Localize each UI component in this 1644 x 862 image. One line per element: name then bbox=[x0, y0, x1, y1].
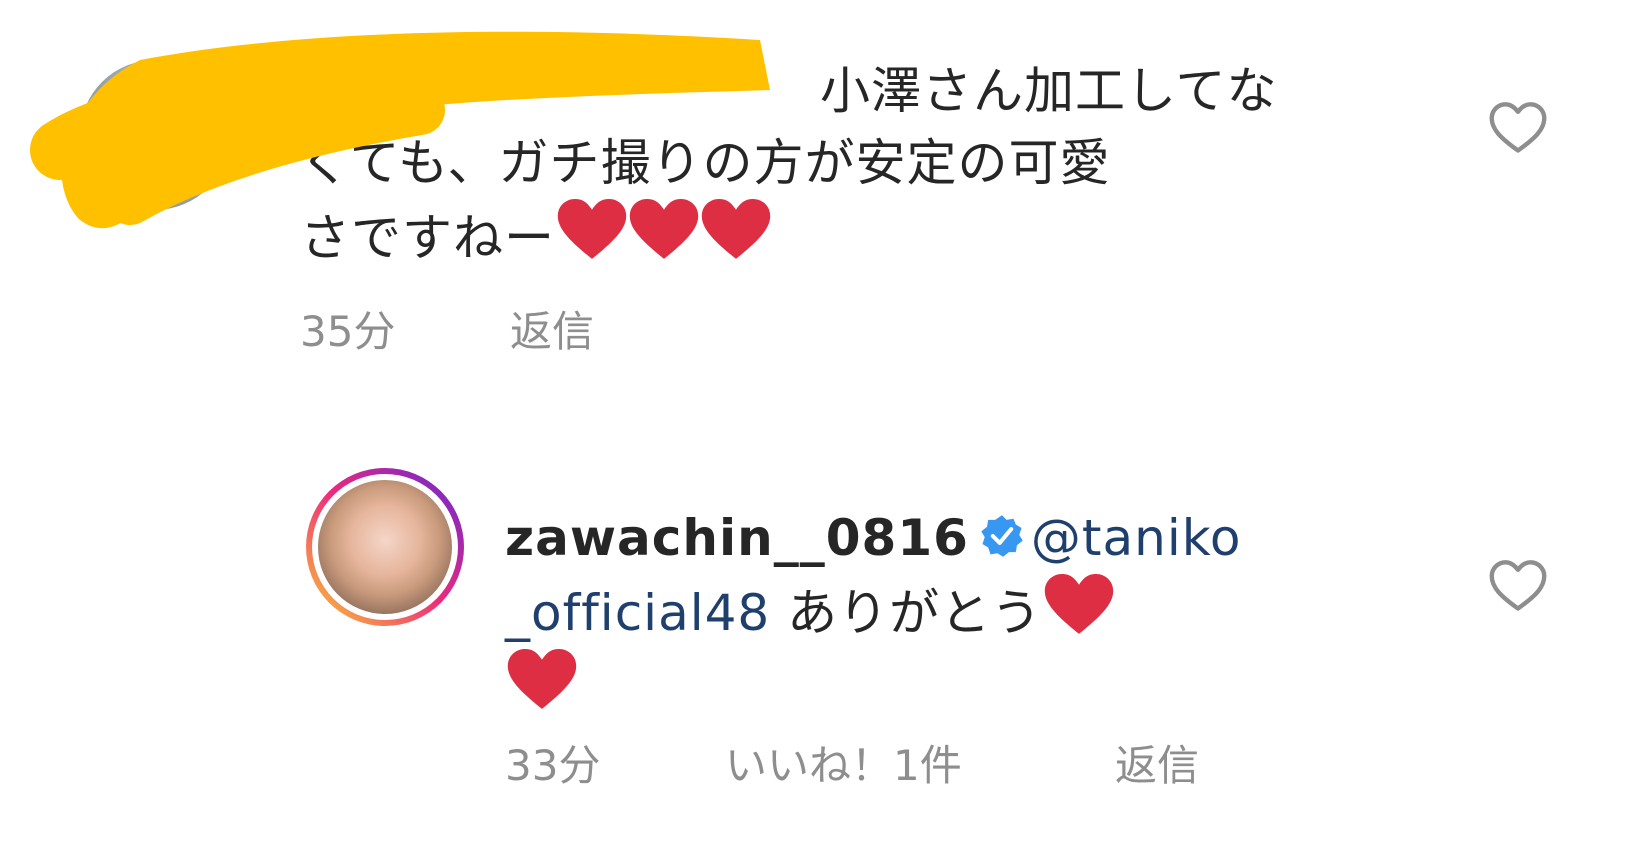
comment-text-line-1: zawachin__0816 @taniko bbox=[505, 502, 1385, 574]
comment-text-line-3 bbox=[505, 649, 1385, 724]
comment-meta: 35分 返信 bbox=[300, 298, 900, 358]
avatar[interactable] bbox=[80, 60, 230, 210]
comment-2: zawachin__0816 @taniko _official48 ありがとう … bbox=[0, 380, 1644, 862]
comment-username[interactable]: zawachin__0816 bbox=[505, 509, 969, 567]
mention-link-continued[interactable]: _official48 bbox=[505, 584, 770, 642]
comment-text-line-1: 小澤さん加工してな bbox=[820, 62, 1278, 120]
red-heart-emoji bbox=[701, 199, 771, 259]
likes-count-button[interactable]: いいね！1件 bbox=[725, 732, 962, 793]
comment-text: zawachin__0816 @taniko _official48 ありがとう bbox=[505, 502, 1385, 724]
heart-outline-icon[interactable] bbox=[1488, 100, 1548, 156]
mention-link[interactable]: @taniko bbox=[1031, 509, 1242, 567]
comment-message: ありがとう bbox=[787, 584, 1043, 642]
heart-outline-icon[interactable] bbox=[1488, 558, 1548, 614]
red-heart-emoji bbox=[629, 199, 699, 259]
comments-view: 小澤さん加工してな くても、ガチ撮りの方が安定の可愛 さですねー 35分 返信 … bbox=[0, 0, 1644, 862]
comment-time: 35分 bbox=[300, 307, 396, 356]
comment-text-line-2: くても、ガチ撮りの方が安定の可愛 bbox=[300, 134, 1111, 192]
comment-1: 小澤さん加工してな くても、ガチ撮りの方が安定の可愛 さですねー 35分 返信 bbox=[0, 0, 1644, 380]
red-heart-emoji bbox=[557, 199, 627, 259]
comment-text: 小澤さん加工してな くても、ガチ撮りの方が安定の可愛 さですねー bbox=[300, 55, 1400, 274]
comment-text-line-2: _official48 ありがとう bbox=[505, 574, 1385, 649]
red-heart-emoji bbox=[1044, 574, 1114, 634]
comment-text-line-3-text: さですねー bbox=[300, 209, 555, 267]
reply-button[interactable]: 返信 bbox=[510, 298, 594, 359]
comment-time: 33分 bbox=[505, 741, 601, 790]
comment-text-line-3: さですねー bbox=[300, 199, 1400, 274]
comment-meta: 33分 いいね！1件 返信 bbox=[505, 732, 1405, 792]
avatar[interactable] bbox=[306, 468, 464, 626]
verified-badge-icon bbox=[981, 515, 1023, 557]
red-heart-emoji bbox=[507, 649, 577, 709]
reply-button[interactable]: 返信 bbox=[1115, 732, 1199, 793]
